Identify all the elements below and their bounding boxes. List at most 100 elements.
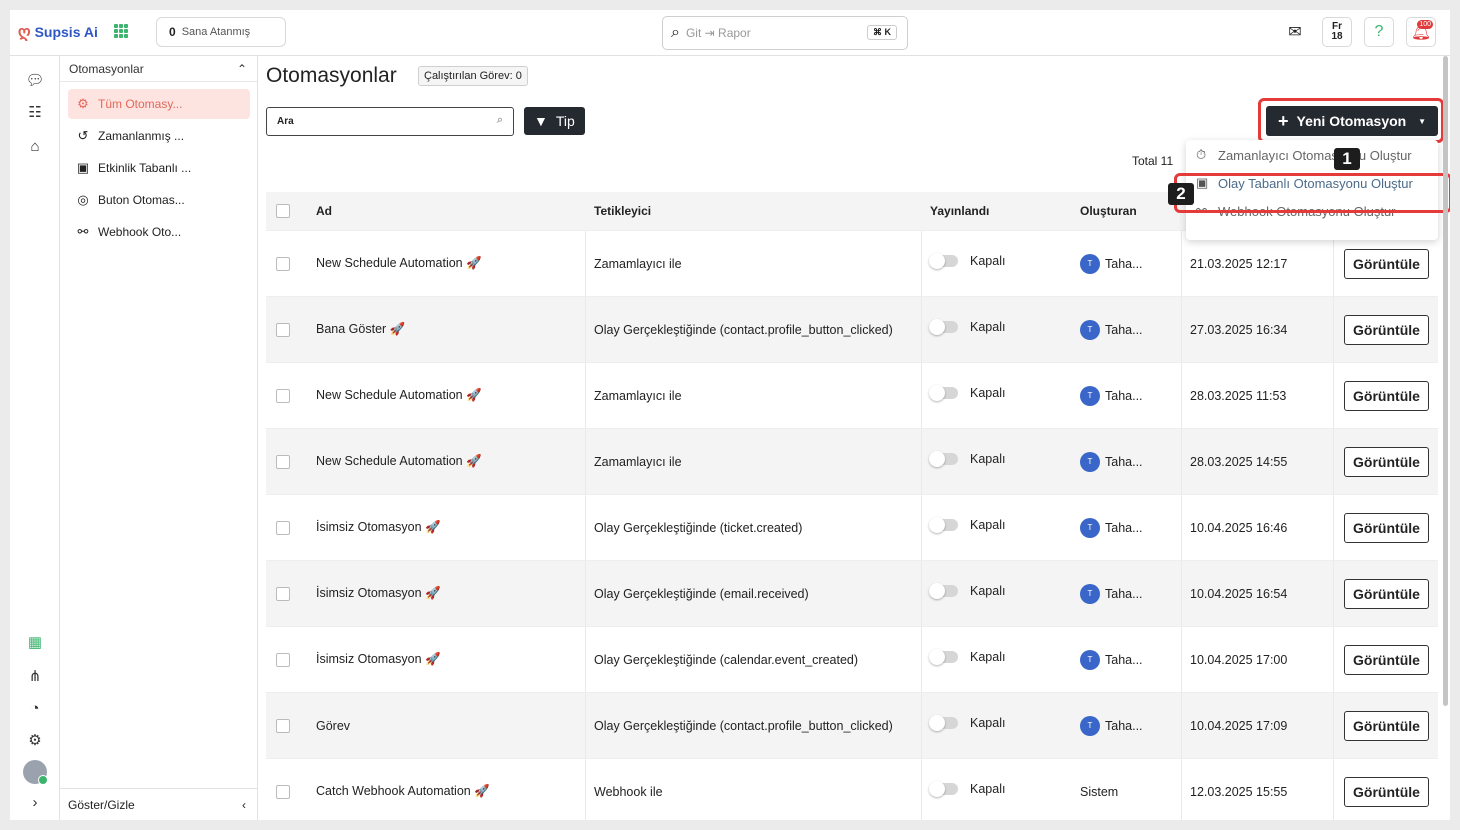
automation-trigger: Olay Gerçekleştiğinde (contact.profile_b… xyxy=(586,693,922,758)
row-checkbox[interactable] xyxy=(276,256,290,271)
table-row[interactable]: İsimsiz Otomasyon 🚀 Olay Gerçekleştiğind… xyxy=(266,494,1438,560)
page-scrollbar[interactable] xyxy=(1443,56,1448,706)
history-icon: ↺ xyxy=(77,128,89,143)
help-icon[interactable]: ? xyxy=(1364,17,1394,47)
assigned-to-me-button[interactable]: 0 Sana Atanmış xyxy=(156,17,286,47)
fr-counter-button[interactable]: Fr 18 xyxy=(1322,17,1352,47)
view-button[interactable]: Görüntüle xyxy=(1344,314,1429,345)
automations-sidebar: Otomasyonlar ⌃ ⚙ Tüm Otomasy... ↺ Zamanl… xyxy=(60,56,258,820)
creator-avatar: T xyxy=(1080,517,1100,538)
select-all-checkbox[interactable] xyxy=(276,204,290,218)
assigned-label: Sana Atanmış xyxy=(181,26,251,38)
row-checkbox[interactable] xyxy=(276,454,290,469)
creator-name: Taha... xyxy=(1105,454,1143,469)
view-button[interactable]: Görüntüle xyxy=(1344,446,1429,477)
sidebar-item-label: Tüm Otomasy... xyxy=(98,97,183,111)
view-button[interactable]: Görüntüle xyxy=(1344,578,1429,609)
created-by: T Taha... xyxy=(1072,495,1182,560)
stopwatch-icon: ⏱ xyxy=(1196,147,1207,162)
automation-name: Görev xyxy=(308,693,586,758)
fr-count: 18 xyxy=(1331,31,1343,42)
sidebar-item-button[interactable]: ◎ Buton Otomas... xyxy=(68,185,250,215)
logo-icon: ღ xyxy=(18,24,31,41)
view-button[interactable]: Görüntüle xyxy=(1344,248,1429,279)
expand-chevron-icon[interactable]: › xyxy=(23,790,47,814)
view-button[interactable]: Görüntüle xyxy=(1344,644,1429,675)
created-by: T Taha... xyxy=(1072,693,1182,758)
publish-toggle[interactable] xyxy=(929,780,958,797)
click-icon: ◎ xyxy=(77,192,89,207)
publish-toggle[interactable] xyxy=(929,582,958,599)
apps-grid-icon[interactable] xyxy=(114,24,128,38)
logo-text: Supsis Ai xyxy=(34,24,98,40)
search-input[interactable]: Ara ⌕ xyxy=(266,107,514,136)
creator-name: Taha... xyxy=(1105,718,1143,733)
brand-logo[interactable]: ღ Supsis Ai xyxy=(18,22,98,42)
global-search-input[interactable]: ⌕ Git ⇥ Rapor ⌘ K xyxy=(662,16,908,50)
table-row[interactable]: New Schedule Automation 🚀 Zamamlayıcı il… xyxy=(266,428,1438,494)
publish-status: Kapalı xyxy=(970,781,1006,796)
header-actions: ✉ Fr 18 ? 🔔︎ 100 xyxy=(1280,17,1436,47)
share-icon[interactable]: ⋔ xyxy=(23,664,47,688)
reports-icon[interactable]: ◔ xyxy=(23,696,47,720)
automation-trigger: Olay Gerçekleştiğinde (email.received) xyxy=(586,561,922,626)
row-checkbox[interactable] xyxy=(276,388,290,403)
table-row[interactable]: İsimsiz Otomasyon 🚀 Olay Gerçekleştiğind… xyxy=(266,626,1438,692)
column-header-name[interactable]: Ad xyxy=(308,204,586,218)
settings-icon[interactable]: ⚙ xyxy=(23,728,47,752)
contacts-icon[interactable]: ☷ xyxy=(23,100,47,124)
row-checkbox[interactable] xyxy=(276,520,290,535)
highlight-new-automation xyxy=(1258,98,1444,143)
sidebar-section-title: Otomasyonlar xyxy=(69,61,144,76)
publish-toggle[interactable] xyxy=(929,318,958,335)
type-filter-button[interactable]: ▼ Tip xyxy=(524,107,585,135)
sidebar-item-all-automations[interactable]: ⚙ Tüm Otomasy... xyxy=(68,89,250,119)
sidebar-item-label: Buton Otomas... xyxy=(98,193,185,207)
chat-icon[interactable]: 💬︎ xyxy=(23,68,47,92)
publish-toggle[interactable] xyxy=(929,516,958,533)
table-row[interactable]: New Schedule Automation 🚀 Zamamlayıcı il… xyxy=(266,362,1438,428)
row-checkbox[interactable] xyxy=(276,586,290,601)
table-row[interactable]: İsimsiz Otomasyon 🚀 Olay Gerçekleştiğind… xyxy=(266,560,1438,626)
sidebar-item-label: Webhook Oto... xyxy=(98,225,182,239)
row-checkbox[interactable] xyxy=(276,784,290,799)
view-button[interactable]: Görüntüle xyxy=(1344,512,1429,543)
gear-icon: ⚙ xyxy=(77,96,89,111)
row-checkbox[interactable] xyxy=(276,322,290,337)
table-row[interactable]: Bana Göster 🚀 Olay Gerçekleştiğinde (con… xyxy=(266,296,1438,362)
table-row[interactable]: Görev Olay Gerçekleştiğinde (contact.pro… xyxy=(266,692,1438,758)
notification-bell-icon[interactable]: 🔔︎ 100 xyxy=(1406,17,1436,47)
sidebar-item-event-based[interactable]: ▣ Etkinlik Tabanlı ... xyxy=(68,153,250,183)
app-window: ღ Supsis Ai 0 Sana Atanmış ⌕ Git ⇥ Rapor… xyxy=(10,10,1450,820)
publish-toggle[interactable] xyxy=(929,252,958,269)
mail-icon[interactable]: ✉ xyxy=(1280,17,1310,47)
publish-toggle[interactable] xyxy=(929,648,958,665)
view-button[interactable]: Görüntüle xyxy=(1344,380,1429,411)
table-row[interactable]: Catch Webhook Automation 🚀 Webhook ile K… xyxy=(266,758,1438,820)
publish-status: Kapalı xyxy=(970,451,1006,466)
publish-toggle[interactable] xyxy=(929,450,958,467)
user-avatar[interactable] xyxy=(23,760,48,785)
sidebar-item-scheduled[interactable]: ↺ Zamanlanmış ... xyxy=(68,121,250,151)
automations-table: Ad Tetikleyici Yayınlandı Oluşturan New … xyxy=(266,192,1438,820)
publish-toggle[interactable] xyxy=(929,714,958,731)
column-header-created-by[interactable]: Oluşturan xyxy=(1072,204,1182,218)
created-date: 28.03.2025 11:53 xyxy=(1182,363,1334,428)
search-input-value: Ara xyxy=(277,116,294,127)
row-checkbox[interactable] xyxy=(276,718,290,733)
column-header-trigger[interactable]: Tetikleyici xyxy=(586,204,922,218)
creator-name: Taha... xyxy=(1105,388,1143,403)
inbox-icon[interactable]: ⌂ xyxy=(23,134,47,158)
toggle-sidebar-button[interactable]: Göster/Gizle ‹ xyxy=(60,788,258,820)
creator-name: Taha... xyxy=(1105,520,1143,535)
sidebar-section-header[interactable]: Otomasyonlar ⌃ xyxy=(60,56,257,82)
view-button[interactable]: Görüntüle xyxy=(1344,710,1429,741)
top-bar: ღ Supsis Ai 0 Sana Atanmış ⌕ Git ⇥ Rapor… xyxy=(10,10,1450,56)
column-header-published[interactable]: Yayınlandı xyxy=(922,204,1072,218)
publish-toggle[interactable] xyxy=(929,384,958,401)
sidebar-item-webhook[interactable]: ⚯ Webhook Oto... xyxy=(68,217,250,247)
create-scheduler-automation-item[interactable]: ⏱ Zamanlayıcı Otomasyonu Oluştur xyxy=(1196,144,1412,166)
row-checkbox[interactable] xyxy=(276,652,290,667)
view-button[interactable]: Görüntüle xyxy=(1344,776,1429,807)
dashboard-icon[interactable]: ▦ xyxy=(23,630,47,654)
